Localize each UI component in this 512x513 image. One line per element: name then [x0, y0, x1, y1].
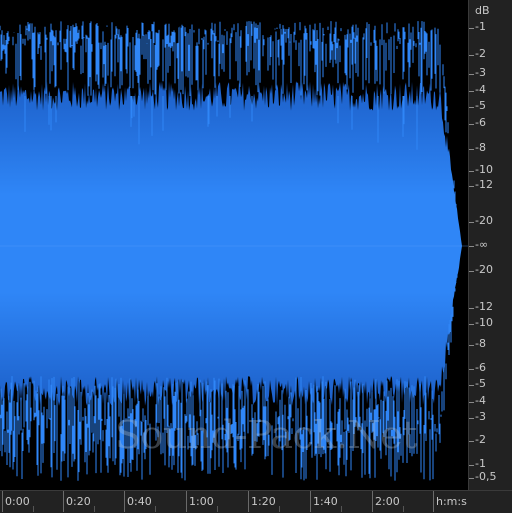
level-label: -5 — [475, 377, 486, 390]
level-tick — [469, 107, 474, 108]
level-label: -2 — [475, 47, 486, 60]
waveform-body — [0, 81, 468, 406]
level-label: -4 — [475, 83, 486, 96]
level-tick — [469, 246, 474, 247]
level-label: -2 — [475, 433, 486, 446]
time-label: 2:00 — [375, 495, 400, 508]
waveform-display[interactable]: Sound-Pack.Net — [0, 0, 468, 490]
time-label: 1:00 — [189, 495, 214, 508]
level-tick — [469, 91, 474, 92]
time-tick — [2, 491, 3, 512]
level-tick — [469, 324, 474, 325]
level-label: -1 — [475, 20, 486, 33]
level-tick — [469, 55, 474, 56]
level-tick — [469, 418, 474, 419]
level-tick — [469, 465, 474, 466]
level-label: -12 — [475, 300, 493, 313]
time-minor-tick — [94, 506, 95, 512]
time-tick — [372, 491, 373, 512]
level-label: -10 — [475, 163, 493, 176]
waveform-graph — [0, 21, 468, 481]
level-tick — [469, 402, 474, 403]
time-ruler: 0:00 0:20 0:40 1:00 1:20 1:40 2:00 h:m:s — [0, 490, 512, 513]
level-label: -0,5 — [475, 470, 497, 483]
waveform-editor: Sound-Pack.Net dB -1 -2 -3 -4 -5 -6 -8 -… — [0, 0, 512, 513]
time-tick — [310, 491, 311, 512]
level-tick — [469, 186, 474, 187]
time-unit-label: h:m:s — [436, 495, 467, 508]
level-tick — [469, 271, 474, 272]
time-tick — [124, 491, 125, 512]
level-label: -6 — [475, 361, 486, 374]
level-tick — [469, 222, 474, 223]
level-tick — [469, 478, 474, 479]
level-tick — [469, 171, 474, 172]
time-label: 1:20 — [251, 495, 276, 508]
level-label: -5 — [475, 99, 486, 112]
level-label: -4 — [475, 394, 486, 407]
time-label: 1:40 — [313, 495, 338, 508]
time-minor-tick — [279, 506, 280, 512]
level-tick — [469, 385, 474, 386]
time-label: 0:40 — [127, 495, 152, 508]
level-tick — [469, 441, 474, 442]
level-label: -20 — [475, 263, 493, 276]
level-label: -10 — [475, 316, 493, 329]
level-ruler-unit: dB — [475, 4, 490, 17]
time-tick — [248, 491, 249, 512]
level-label: -8 — [475, 141, 486, 154]
level-tick — [469, 149, 474, 150]
level-tick — [469, 124, 474, 125]
level-label: -12 — [475, 178, 493, 191]
level-label: -3 — [475, 66, 486, 79]
time-label: 0:20 — [66, 495, 91, 508]
level-label: -8 — [475, 337, 486, 350]
time-minor-tick — [217, 506, 218, 512]
level-tick — [469, 28, 474, 29]
level-label: -6 — [475, 116, 486, 129]
time-minor-tick — [403, 506, 404, 512]
level-ruler: dB -1 -2 -3 -4 -5 -6 -8 -10 -12 -20 -∞ -… — [468, 0, 512, 490]
level-label: -∞ — [475, 238, 489, 251]
time-minor-tick — [341, 506, 342, 512]
level-label: -3 — [475, 410, 486, 423]
level-label: -20 — [475, 214, 493, 227]
level-tick — [469, 74, 474, 75]
time-minor-tick — [33, 506, 34, 512]
level-label: -1 — [475, 457, 486, 470]
level-tick — [469, 369, 474, 370]
level-tick — [469, 308, 474, 309]
time-label: 0:00 — [5, 495, 30, 508]
time-minor-tick — [155, 506, 156, 512]
time-tick — [63, 491, 64, 512]
time-tick — [433, 491, 434, 512]
level-tick — [469, 345, 474, 346]
time-tick — [186, 491, 187, 512]
